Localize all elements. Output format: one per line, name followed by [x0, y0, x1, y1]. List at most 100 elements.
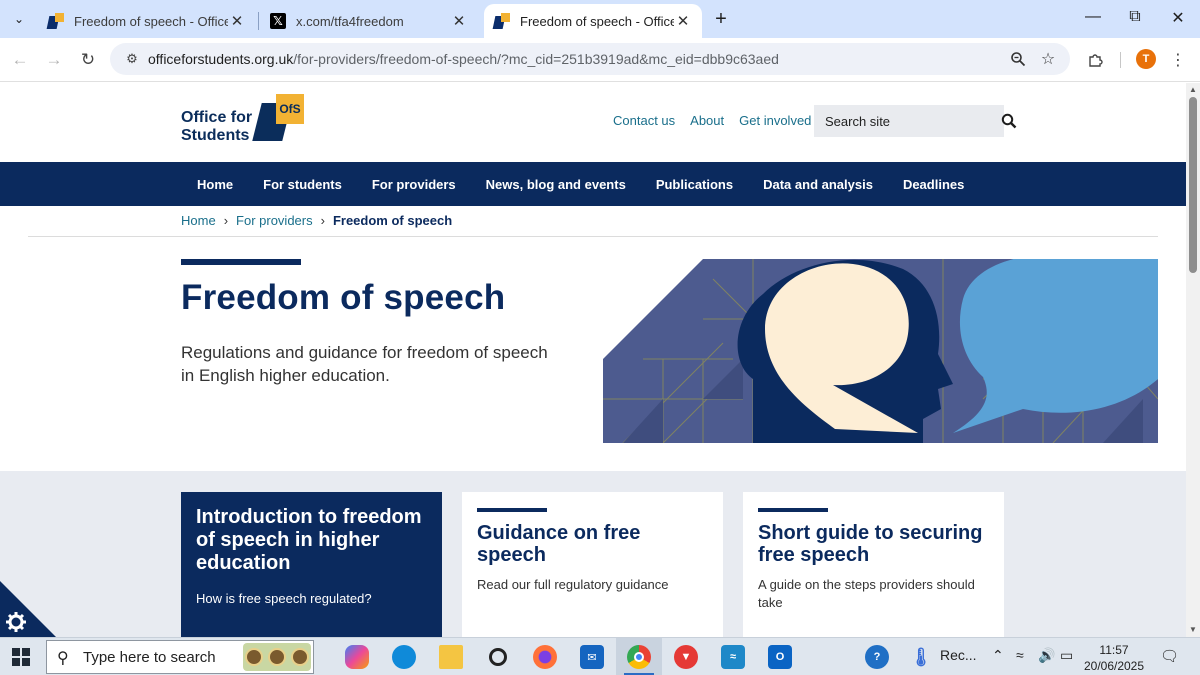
tab-1[interactable]: Freedom of speech - Office for Students …	[38, 4, 256, 38]
chevron-up-icon[interactable]: ⌃	[992, 647, 1004, 664]
card-guidance[interactable]: Guidance on free speech Read our full re…	[462, 492, 723, 637]
system-clock[interactable]: 11:57 20/06/2025	[1078, 642, 1150, 674]
card-description: How is free speech regulated?	[196, 591, 372, 606]
outlook-icon[interactable]: O	[765, 642, 795, 672]
logo-line-1: Office for	[181, 109, 253, 126]
site-search-input[interactable]	[814, 105, 1001, 137]
cortana-ring-icon[interactable]	[483, 642, 513, 672]
card-title: Introduction to freedom of speech in hig…	[196, 506, 422, 574]
page-subtitle: Regulations and guidance for freedom of …	[181, 343, 548, 385]
tab-3-active[interactable]: Freedom of speech - Office for Students …	[484, 4, 702, 38]
page-scrollbar[interactable]: ▲ ▼	[1186, 83, 1200, 637]
outlook-mail-icon[interactable]: ✉	[577, 642, 607, 672]
site-info-tune-icon[interactable]: ⚙	[118, 51, 146, 67]
clock-time: 11:57	[1099, 643, 1129, 657]
taskbar-search-text: Type here to search	[83, 648, 216, 666]
vpn-shield-icon[interactable]: ▼	[671, 642, 701, 672]
search-highlight-image	[243, 643, 311, 671]
taskbar-search[interactable]: ⚲ Type here to search	[46, 640, 314, 674]
page-title: Freedom of speech	[181, 278, 506, 317]
search-icon: ⚲	[57, 650, 69, 667]
tab-close-icon[interactable]: ✕	[450, 12, 468, 30]
nav-for-providers[interactable]: For providers	[357, 177, 471, 192]
breadcrumb-current: Freedom of speech	[332, 213, 453, 228]
speech-head-illustration	[603, 259, 1158, 443]
windows-taskbar: ⚲ Type here to search ✉ ▼ ≈ O ? 🌡 Rec...…	[0, 637, 1200, 675]
scroll-thumb[interactable]	[1189, 97, 1197, 273]
profile-avatar[interactable]: T	[1136, 49, 1156, 69]
header-link-about[interactable]: About	[690, 113, 724, 128]
main-navigation: Home For students For providers News, bl…	[0, 162, 1186, 206]
chevron-right-icon: ›	[320, 213, 325, 228]
windows-start-icon[interactable]	[12, 648, 30, 666]
ofs-logo[interactable]: Office for Students OfS	[181, 93, 311, 145]
nav-for-students[interactable]: For students	[248, 177, 357, 192]
card-description: Read our full regulatory guidance	[477, 577, 669, 592]
breadcrumb-for-providers[interactable]: For providers	[236, 213, 313, 228]
card-title: Guidance on free speech	[477, 522, 641, 566]
copilot-icon[interactable]	[342, 642, 372, 672]
nav-data-and-analysis[interactable]: Data and analysis	[748, 177, 888, 192]
tab-title: Freedom of speech - Office for Students	[520, 13, 674, 29]
header-links: Contact us About Get involved	[613, 113, 811, 128]
help-question-icon[interactable]: ?	[862, 642, 892, 672]
thermometer-icon[interactable]: 🌡	[906, 642, 936, 672]
nav-news-blog-events[interactable]: News, blog and events	[471, 177, 641, 192]
address-bar[interactable]: ⚙ officeforstudents.org.uk/for-providers…	[110, 43, 1070, 75]
reload-icon[interactable]: ↻	[76, 48, 100, 72]
back-arrow-icon[interactable]: ←	[8, 48, 32, 72]
web-page: Office for Students OfS Contact us About…	[0, 83, 1186, 637]
breadcrumb: Home › For providers › Freedom of speech	[181, 213, 452, 228]
breadcrumb-home[interactable]: Home	[181, 213, 216, 228]
zoom-magnifier-icon[interactable]	[1006, 47, 1030, 71]
tab-separator	[258, 12, 259, 30]
extensions-puzzle-icon[interactable]	[1084, 48, 1108, 72]
header-link-contact[interactable]: Contact us	[613, 113, 675, 128]
chevron-right-icon: ›	[223, 213, 229, 228]
battery-icon[interactable]: ▭	[1060, 647, 1073, 664]
url-text[interactable]: officeforstudents.org.uk/for-providers/f…	[148, 51, 779, 67]
edge-icon[interactable]	[389, 642, 419, 672]
close-window-icon[interactable]: ✕	[1163, 8, 1193, 28]
tab-search-chevron-icon[interactable]: ⌄	[6, 6, 32, 32]
firefox-icon[interactable]	[530, 642, 560, 672]
new-tab-plus-icon[interactable]: +	[710, 8, 732, 31]
cookie-settings-gear-icon[interactable]	[0, 581, 56, 637]
tab-close-icon[interactable]: ✕	[674, 12, 692, 30]
nav-home[interactable]: Home	[182, 177, 248, 192]
tab-close-icon[interactable]: ✕	[228, 12, 246, 30]
search-icon[interactable]	[1001, 105, 1017, 137]
minimize-icon[interactable]: —	[1078, 8, 1108, 26]
hero-accent-bar	[181, 259, 301, 265]
recording-label[interactable]: Rec...	[940, 647, 977, 663]
bookmark-star-icon[interactable]: ☆	[1036, 47, 1060, 71]
nav-publications[interactable]: Publications	[641, 177, 748, 192]
chrome-icon[interactable]	[624, 642, 654, 675]
wifi-icon[interactable]: ≈	[1016, 647, 1024, 663]
card-accent-bar	[477, 508, 547, 512]
scroll-down-icon[interactable]: ▼	[1189, 625, 1197, 634]
cards-section: Introduction to freedom of speech in hig…	[0, 471, 1186, 637]
notifications-icon[interactable]: 🗨	[1160, 647, 1179, 665]
header-link-get-involved[interactable]: Get involved	[739, 113, 811, 128]
speaker-icon[interactable]: 🔊	[1038, 647, 1055, 664]
scroll-up-icon[interactable]: ▲	[1189, 85, 1197, 94]
card-description: A guide on the steps providers should ta…	[758, 577, 975, 610]
x-favicon-icon: 𝕏	[270, 13, 286, 29]
site-search	[814, 105, 1017, 137]
nav-deadlines[interactable]: Deadlines	[888, 177, 979, 192]
card-short-guide[interactable]: Short guide to securing free speech A gu…	[743, 492, 1004, 637]
file-explorer-icon[interactable]	[436, 642, 466, 672]
url-path: /for-providers/freedom-of-speech/?mc_cid…	[293, 51, 779, 67]
card-introduction[interactable]: Introduction to freedom of speech in hig…	[181, 492, 442, 637]
tab-2[interactable]: 𝕏 x.com/tfa4freedom ✕	[260, 4, 478, 38]
tab-title: x.com/tfa4freedom	[296, 13, 404, 29]
kebab-menu-icon[interactable]: ⋮	[1166, 48, 1190, 72]
toolbar-divider	[1120, 52, 1121, 68]
restore-icon[interactable]: ⧉	[1120, 8, 1150, 26]
forward-arrow-icon[interactable]: →	[42, 48, 66, 72]
browser-tab-bar: ⌄ Freedom of speech - Office for Student…	[0, 0, 1200, 38]
ofs-favicon-icon	[48, 13, 64, 29]
remote-app-icon[interactable]: ≈	[718, 642, 748, 672]
logo-text: Office for Students	[181, 109, 252, 145]
